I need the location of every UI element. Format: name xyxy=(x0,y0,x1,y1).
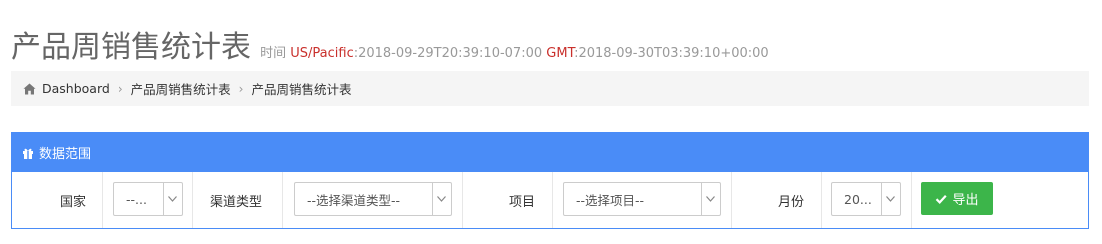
month-select-value: 20... xyxy=(844,191,872,207)
page-subtitle: 时间 US/Pacific:2018-09-29T20:39:10-07:00 … xyxy=(260,46,769,61)
cell-divider xyxy=(102,172,103,228)
export-button-label: 导出 xyxy=(952,193,979,208)
channel-type-select-value: --选择渠道类型-- xyxy=(307,192,401,208)
chevron-down-icon xyxy=(701,183,718,215)
cell-divider xyxy=(192,172,193,228)
gift-icon xyxy=(22,147,34,159)
cell-divider xyxy=(911,172,912,228)
page-header: 产品周销售统计表 时间 US/Pacific:2018-09-29T20:39:… xyxy=(11,22,769,66)
page-title: 产品周销售统计表 xyxy=(11,30,251,65)
chevron-down-icon xyxy=(163,183,180,215)
filter-row: 国家 --... 渠道类型 --选择渠道类型-- 项目 --选择项目-- 月份 … xyxy=(12,172,1088,228)
cell-divider xyxy=(462,172,463,228)
breadcrumb: Dashboard › 产品周销售统计表 › 产品周销售统计表 xyxy=(11,71,1089,106)
breadcrumb-item-dashboard[interactable]: Dashboard xyxy=(42,81,110,96)
time-label: 时间 xyxy=(260,46,287,61)
panel-heading: 数据范围 xyxy=(12,133,1088,172)
cell-divider xyxy=(821,172,822,228)
timezone-gmt-time: :2018-09-30T03:39:10+00:00 xyxy=(574,46,769,61)
project-select-value: --选择项目-- xyxy=(576,192,645,208)
chevron-down-icon xyxy=(432,183,449,215)
timezone-local-name: US/Pacific xyxy=(290,46,354,61)
panel-title: 数据范围 xyxy=(39,147,92,162)
project-select[interactable]: --选择项目-- xyxy=(563,182,721,216)
month-select[interactable]: 20... xyxy=(831,182,901,216)
country-select[interactable]: --... xyxy=(113,182,183,216)
timezone-local-time: :2018-09-29T20:39:10-07:00 xyxy=(353,46,543,61)
month-label: 月份 xyxy=(778,195,805,210)
country-label: 国家 xyxy=(60,195,87,210)
country-select-value: --... xyxy=(126,191,147,207)
check-icon xyxy=(935,193,948,205)
breadcrumb-item-report[interactable]: 产品周销售统计表 xyxy=(131,79,231,98)
timezone-gmt-name: GMT xyxy=(546,46,575,61)
project-label: 项目 xyxy=(509,195,536,210)
cell-divider xyxy=(282,172,283,228)
cell-divider xyxy=(552,172,553,228)
breadcrumb-separator: › xyxy=(117,81,123,96)
channel-type-select[interactable]: --选择渠道类型-- xyxy=(294,182,452,216)
export-button[interactable]: 导出 xyxy=(921,182,993,215)
breadcrumb-separator: › xyxy=(238,81,244,96)
cell-divider xyxy=(731,172,732,228)
data-range-panel: 数据范围 国家 --... 渠道类型 --选择渠道类型-- 项目 --选择项目-… xyxy=(11,132,1089,229)
chevron-down-icon xyxy=(881,183,898,215)
breadcrumb-item-current: 产品周销售统计表 xyxy=(251,82,352,97)
channel-type-label: 渠道类型 xyxy=(210,195,263,210)
home-icon xyxy=(23,83,36,95)
